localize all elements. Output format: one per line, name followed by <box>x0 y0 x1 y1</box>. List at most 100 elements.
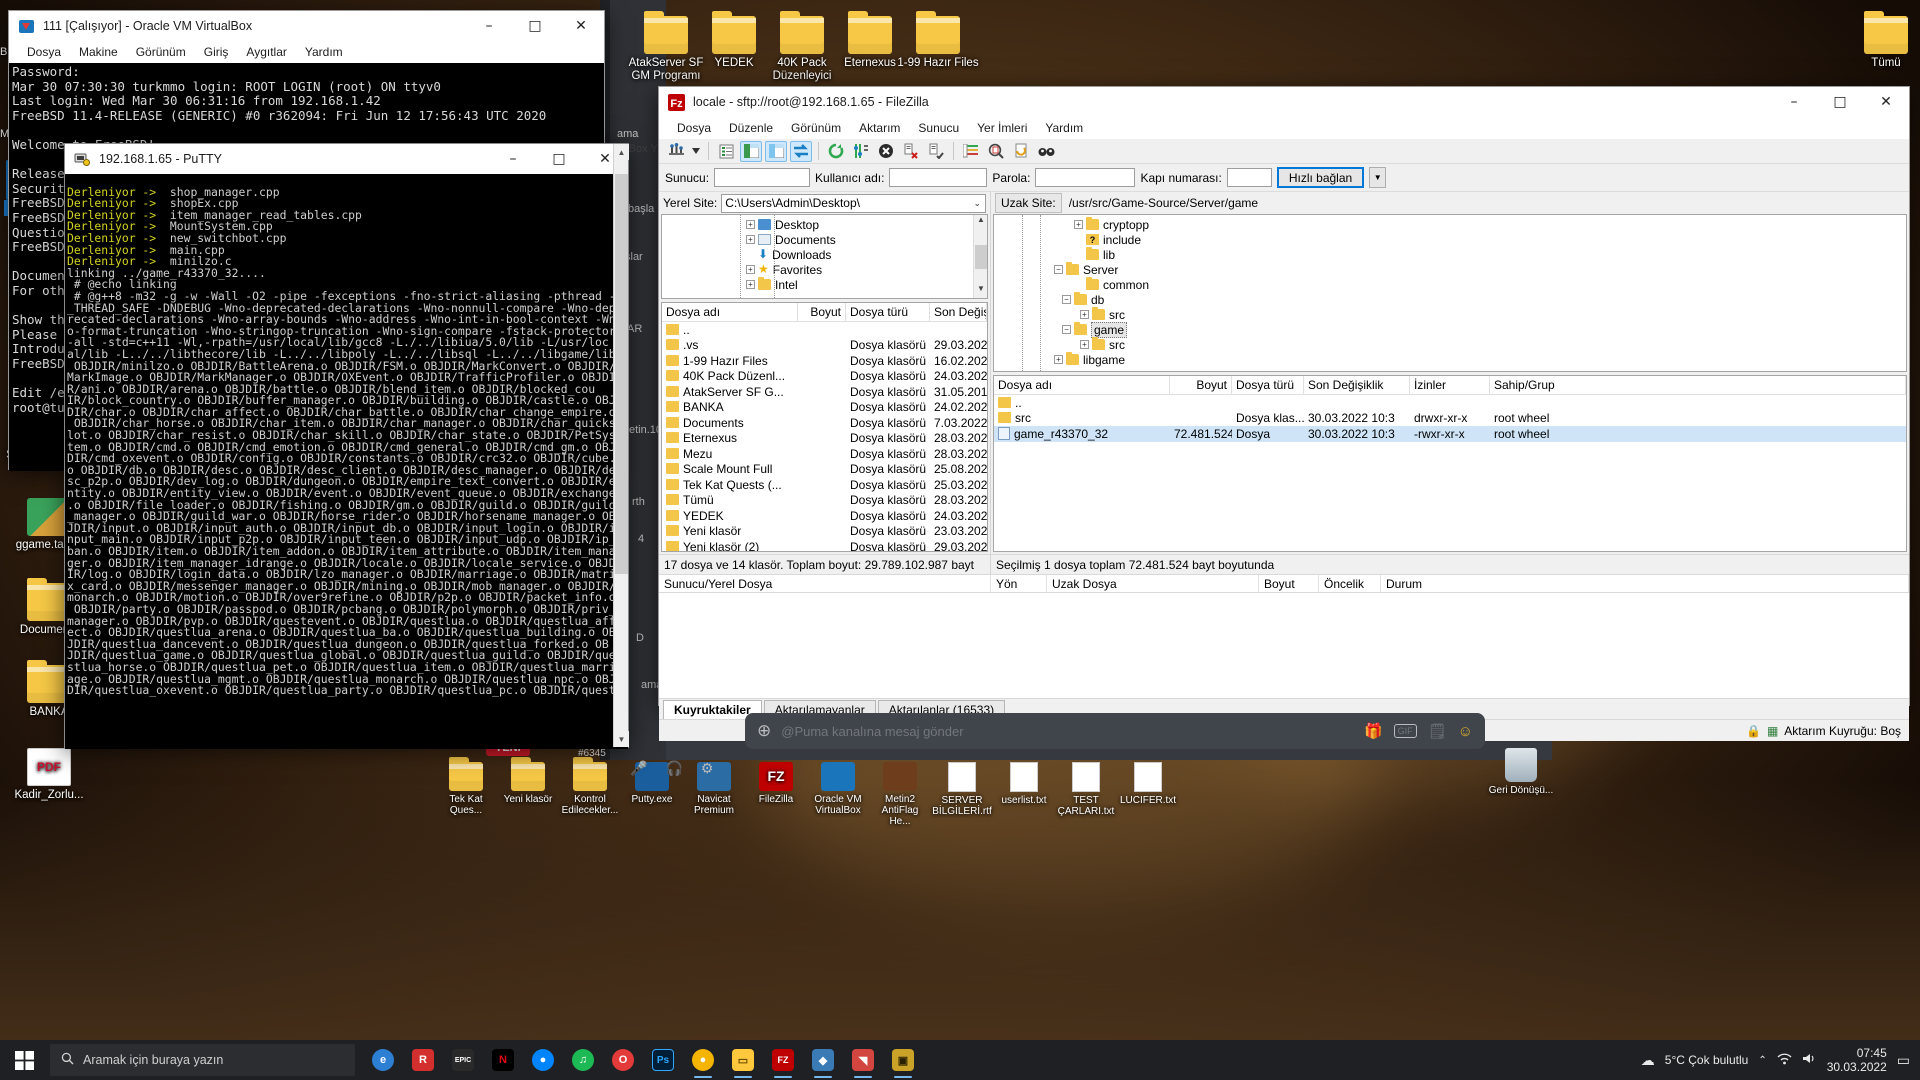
qcol-boyut[interactable]: Boyut <box>1259 575 1319 592</box>
toggle-message-log-icon[interactable] <box>715 141 737 162</box>
dropdown-arrow-icon[interactable] <box>690 141 702 162</box>
local-file-list-header[interactable]: Dosya adı Boyut Dosya türü Son Değişikli… <box>662 303 987 322</box>
putty-titlebar[interactable]: 192.168.1.65 - PuTTY – □ ✕ <box>65 144 628 174</box>
site-manager-icon[interactable] <box>665 141 687 162</box>
local-file-rows[interactable]: ...vsDosya klasörü29.03.2022 15:01-99 Ha… <box>662 322 987 551</box>
expander-icon[interactable]: + <box>1074 220 1083 229</box>
table-row[interactable]: TümüDosya klasörü28.03.2022 19: <box>662 493 987 509</box>
virtualbox-window-controls[interactable]: – □ ✕ <box>466 11 604 41</box>
host-input[interactable] <box>714 168 810 187</box>
network-icon[interactable] <box>1777 1052 1792 1068</box>
menu-yardim[interactable]: Yardım <box>1036 119 1092 137</box>
maximize-button[interactable]: □ <box>1817 87 1863 117</box>
table-row[interactable]: srcDosya klas...30.03.2022 10:3drwxr-xr-… <box>994 411 1906 427</box>
process-queue-icon[interactable] <box>850 141 872 162</box>
desktop-icon-test-carlari[interactable]: TEST ÇARLARI.txt <box>1056 762 1116 817</box>
notification-icon[interactable]: ▭ <box>1897 1052 1910 1069</box>
table-row[interactable]: AtakServer SF G...Dosya klasörü31.05.201… <box>662 384 987 400</box>
compare-icon[interactable] <box>985 141 1007 162</box>
tree-node-include[interactable]: ? include <box>994 232 1906 247</box>
menu-makine[interactable]: Makine <box>70 43 127 61</box>
table-row[interactable]: game_r43370_3272.481.524Dosya30.03.2022 … <box>994 426 1906 442</box>
scrollbar-thumb[interactable] <box>975 245 987 269</box>
taskbar-item-putty[interactable]: ▣ <box>883 1040 923 1080</box>
find-files-icon[interactable] <box>1035 141 1057 162</box>
reconnect-icon[interactable] <box>925 141 947 162</box>
tree-node-downloads[interactable]: ⬇ Downloads <box>662 247 987 262</box>
putty-terminal[interactable]: Derleniyor -> shop_manager.cpp Derleniyo… <box>65 174 628 749</box>
remote-file-list-header[interactable]: Dosya adı Boyut Dosya türü Son Değişikli… <box>994 376 1906 395</box>
toggle-transfer-queue-icon[interactable] <box>790 141 812 162</box>
filezilla-menubar[interactable]: Dosya Düzenle Görünüm Aktarım Sunucu Yer… <box>659 117 1909 139</box>
taskbar-item-epic-games[interactable]: EPIC <box>443 1040 483 1080</box>
table-row[interactable]: Tek Kat Quests (...Dosya klasörü25.03.20… <box>662 477 987 493</box>
tree-node-libgame[interactable]: + libgame <box>994 352 1906 367</box>
tree-node-documents[interactable]: + Documents <box>662 232 987 247</box>
taskbar-item-photoshop[interactable]: Ps <box>643 1040 683 1080</box>
col-dosya-adi[interactable]: Dosya adı <box>662 303 798 321</box>
port-input[interactable] <box>1227 168 1272 187</box>
menu-yardim[interactable]: Yardım <box>296 43 352 61</box>
discord-left-icons[interactable]: 🎤 🎧 ⚙ <box>630 760 713 777</box>
chevron-down-icon[interactable]: ▼ <box>1369 167 1386 188</box>
emoji-icon[interactable]: ☺ <box>1458 723 1473 740</box>
expander-icon[interactable]: + <box>746 265 755 274</box>
scroll-up-icon[interactable]: ▲ <box>974 215 988 229</box>
taskbar-item-messenger[interactable]: ● <box>523 1040 563 1080</box>
filezilla-window-controls[interactable]: – □ ✕ <box>1771 87 1909 117</box>
discord-input-icons[interactable]: 🎁 GIF 🗒 ☺ <box>1364 722 1473 740</box>
gift-icon[interactable]: 🎁 <box>1364 722 1383 740</box>
expander-icon[interactable]: + <box>1054 355 1063 364</box>
quickconnect-button[interactable]: Hızlı bağlan <box>1277 167 1364 188</box>
tree-node-common[interactable]: common <box>994 277 1906 292</box>
expander-icon[interactable]: + <box>746 235 755 244</box>
plus-circle-icon[interactable]: ⊕ <box>757 721 771 741</box>
local-file-list[interactable]: Dosya adı Boyut Dosya türü Son Değişikli… <box>661 302 988 552</box>
collapse-icon[interactable]: − <box>1062 325 1071 334</box>
desktop-icon-lucifer-txt[interactable]: LUCIFER.txt <box>1118 762 1178 806</box>
desktop-icon-1-99-hazir[interactable]: 1-99 Hazır Files <box>892 16 984 70</box>
quickconnect-bar[interactable]: Sunucu: Kullanıcı adı: Parola: Kapı numa… <box>659 164 1909 192</box>
taskbar-item-opera-gx[interactable]: O <box>603 1040 643 1080</box>
close-button[interactable]: ✕ <box>558 11 604 41</box>
remote-site-path[interactable]: /usr/src/Game-Source/Server/game <box>1066 194 1905 213</box>
menu-gorunum[interactable]: Görünüm <box>782 119 850 137</box>
table-row[interactable]: MezuDosya klasörü28.03.2022 09:0 <box>662 446 987 462</box>
tree-node-intel[interactable]: + Intel <box>662 277 987 292</box>
taskbar-item-chart-app[interactable]: ◥ <box>843 1040 883 1080</box>
col-son-degisiklik[interactable]: Son Değişiklik <box>930 303 987 321</box>
col-son-degisiklik[interactable]: Son Değişiklik <box>1304 376 1410 394</box>
table-row[interactable]: DocumentsDosya klasörü7.03.2022 17:51 <box>662 415 987 431</box>
taskbar-item-edge[interactable]: e <box>363 1040 403 1080</box>
putty-window-controls[interactable]: – □ ✕ <box>490 144 628 174</box>
col-sahip-grup[interactable]: Sahip/Grup <box>1490 376 1906 394</box>
windows-start-icon[interactable] <box>0 1040 48 1080</box>
gif-icon[interactable]: GIF <box>1394 724 1417 738</box>
chevron-up-icon[interactable]: ⌃ <box>1758 1055 1766 1066</box>
collapse-icon[interactable]: − <box>1054 265 1063 274</box>
minimize-button[interactable]: – <box>490 144 536 174</box>
taskbar-clock[interactable]: 07:45 30.03.2022 <box>1827 1046 1887 1074</box>
tree-node-game[interactable]: − game <box>994 322 1906 337</box>
tree-node-db-src[interactable]: + src <box>994 307 1906 322</box>
close-button[interactable]: ✕ <box>1863 87 1909 117</box>
virtualbox-titlebar[interactable]: 111 [Çalışıyor] - Oracle VM VirtualBox –… <box>9 11 604 41</box>
local-site-combo[interactable]: C:\Users\Admin\Desktop\ ⌄ <box>721 194 986 213</box>
expander-icon[interactable]: + <box>746 280 755 289</box>
qcol-durum[interactable]: Durum <box>1381 575 1909 592</box>
minimize-button[interactable]: – <box>1771 87 1817 117</box>
table-row[interactable]: 40K Pack Düzenl...Dosya klasörü24.03.202… <box>662 369 987 385</box>
remote-directory-tree[interactable]: + cryptopp ? include lib − Serv <box>993 214 1907 372</box>
table-row[interactable]: Yeni klasörDosya klasörü23.03.2022 21: <box>662 524 987 540</box>
menu-dosya[interactable]: Dosya <box>668 119 720 137</box>
table-row[interactable]: EternexusDosya klasörü28.03.2022 19: <box>662 431 987 447</box>
tree-node-desktop[interactable]: + Desktop <box>662 217 987 232</box>
remote-file-list[interactable]: Dosya adı Boyut Dosya türü Son Değişikli… <box>993 375 1907 552</box>
mic-icon[interactable]: 🎤 <box>630 760 647 777</box>
toggle-local-tree-icon[interactable] <box>740 141 762 162</box>
taskbar-item-rocket-chat[interactable]: R <box>403 1040 443 1080</box>
filezilla-window[interactable]: Fz locale - sftp://root@192.168.1.65 - F… <box>658 86 1910 706</box>
local-site-row[interactable]: Yerel Site: C:\Users\Admin\Desktop\ ⌄ <box>659 192 990 213</box>
settings-gear-icon[interactable]: ⚙ <box>701 760 714 777</box>
col-boyut[interactable]: Boyut <box>1170 376 1232 394</box>
